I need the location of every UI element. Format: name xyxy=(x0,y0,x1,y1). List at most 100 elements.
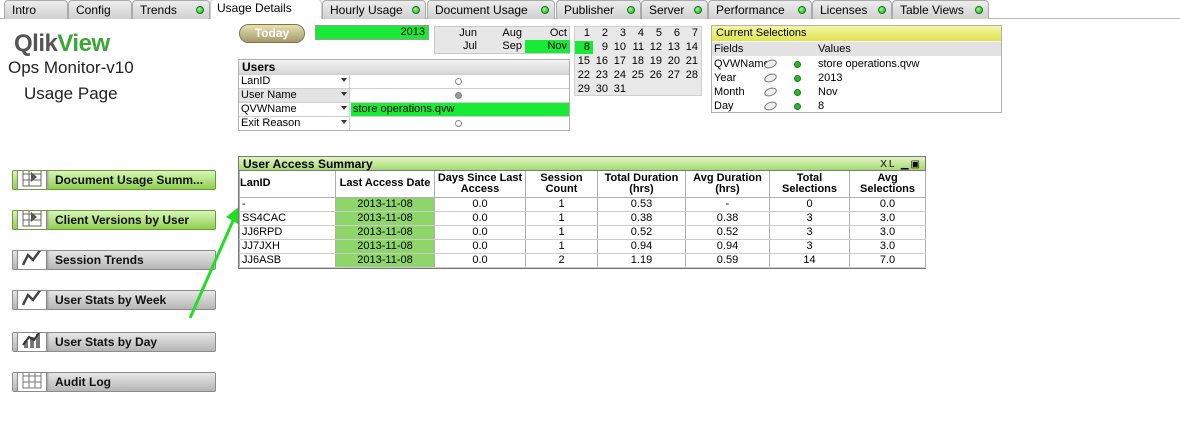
calendar-day[interactable]: 4 xyxy=(629,27,647,40)
selection-field: Month xyxy=(714,86,745,98)
calendar-day[interactable]: 6 xyxy=(665,27,683,40)
qlikview-logo: QlikView xyxy=(14,30,110,58)
month-jun[interactable]: Jun xyxy=(435,27,480,40)
calendar-day[interactable]: 27 xyxy=(665,69,683,82)
multibox-row-username[interactable]: User Name xyxy=(239,88,569,102)
table-row[interactable]: -2013-11-08 0.0 1 0.53-0 0.0 xyxy=(239,197,926,212)
calendar-day[interactable]: 23 xyxy=(593,69,611,82)
nav-button-audit-log[interactable]: Audit Log xyxy=(12,372,216,392)
tab-table-views[interactable]: Table Views xyxy=(892,0,989,19)
calendar-day[interactable]: 16 xyxy=(593,55,611,68)
column-header[interactable]: Days Since Last Access xyxy=(434,171,526,198)
tab-intro[interactable]: Intro xyxy=(4,0,68,19)
nav-button-user-stats-day[interactable]: User Stats by Day xyxy=(12,332,216,352)
page-title: Usage Page xyxy=(24,84,118,103)
minimize-icon[interactable]: ▁ xyxy=(901,159,911,170)
dropdown-arrow-icon[interactable] xyxy=(341,92,347,96)
column-header[interactable]: Session Count xyxy=(525,171,598,198)
tab-server[interactable]: Server xyxy=(641,0,708,19)
dropdown-arrow-icon[interactable] xyxy=(341,120,347,124)
tab-publisher[interactable]: Publisher xyxy=(556,0,641,19)
column-header[interactable]: LanID xyxy=(239,171,336,198)
nav-button-label: Audit Log xyxy=(55,375,111,389)
tab-label: Publisher xyxy=(564,3,615,17)
maximize-icon[interactable]: ▣ xyxy=(911,159,922,170)
month-aug[interactable]: Aug xyxy=(480,27,525,40)
month-sep[interactable]: Sep xyxy=(480,40,525,53)
table-row[interactable]: JJ6RPD 2013-11-08 0.0 1 0.52 0.52 3 3.0 xyxy=(239,225,926,240)
calendar-day[interactable]: 9 xyxy=(593,41,611,54)
table-row[interactable]: SS4CAC 2013-11-08 0.0 1 0.38 0.38 3 3.0 xyxy=(239,211,926,226)
tab-trends[interactable]: Trends xyxy=(132,0,210,19)
tab-label: Intro xyxy=(12,3,37,17)
multibox-row-qvwname[interactable]: QVWName store operations.qvw xyxy=(239,102,569,116)
calendar-day[interactable]: 22 xyxy=(575,69,593,82)
calendar-day[interactable]: 5 xyxy=(647,27,665,40)
calendar-day[interactable]: 14 xyxy=(683,41,701,54)
selection-value: Nov xyxy=(818,86,838,98)
calendar-day[interactable]: 10 xyxy=(611,41,629,54)
calendar-day[interactable]: 11 xyxy=(629,41,647,54)
table-cell: 2 xyxy=(525,253,598,268)
table-row[interactable]: JJ6ASB 2013-11-08 0.0 2 1.19 0.59 14 7.0 xyxy=(239,253,926,268)
calendar-day[interactable]: 2 xyxy=(593,27,611,40)
calendar-day[interactable]: 13 xyxy=(665,41,683,54)
calendar-day[interactable]: 28 xyxy=(683,69,701,82)
field-value-selected[interactable]: store operations.qvw xyxy=(351,103,569,116)
tab-document-usage[interactable]: Document Usage xyxy=(427,0,555,19)
month-nov-selected[interactable]: Nov xyxy=(525,40,570,53)
month-oct[interactable]: Oct xyxy=(525,27,570,40)
status-dot-icon xyxy=(412,6,420,14)
column-header[interactable]: Avg Duration (hrs) xyxy=(685,171,770,198)
calendar-day[interactable]: 31 xyxy=(611,83,629,96)
clear-selection-icon[interactable] xyxy=(763,86,778,98)
tab-config[interactable]: Config xyxy=(68,0,132,19)
calendar-day[interactable]: 8 xyxy=(575,41,593,54)
app-name: Ops Monitor-v10 xyxy=(8,58,134,77)
calendar-day[interactable]: 18 xyxy=(629,55,647,68)
calendar-day[interactable]: 15 xyxy=(575,55,593,68)
column-header[interactable]: Last Access Date xyxy=(335,171,435,198)
calendar-day[interactable]: 25 xyxy=(629,69,647,82)
tab-licenses[interactable]: Licenses xyxy=(812,0,892,19)
multibox-row-exit-reason[interactable]: Exit Reason xyxy=(239,116,569,130)
tab-performance[interactable]: Performance xyxy=(708,0,812,19)
calendar-day[interactable]: 17 xyxy=(611,55,629,68)
year-listbox-selected[interactable]: 2013 xyxy=(315,25,429,40)
col-fields: Fields xyxy=(714,43,744,55)
table-cell: 3 xyxy=(769,225,850,240)
dropdown-arrow-icon[interactable] xyxy=(341,106,347,110)
tab-hourly-usage[interactable]: Hourly Usage xyxy=(322,0,426,19)
tab-usage-details[interactable]: Usage Details xyxy=(210,0,322,19)
month-jul[interactable]: Jul xyxy=(435,40,480,53)
calendar-day[interactable]: 1 xyxy=(575,27,593,40)
selection-field: Day xyxy=(714,100,734,112)
calendar-day[interactable]: 29 xyxy=(575,83,593,96)
selection-status-icon xyxy=(794,89,801,96)
calendar-day[interactable]: 20 xyxy=(665,55,683,68)
calendar-day[interactable]: 21 xyxy=(683,55,701,68)
calendar-day[interactable]: 24 xyxy=(611,69,629,82)
multibox-row-lanid[interactable]: LanID xyxy=(239,74,569,88)
calendar-day[interactable]: 30 xyxy=(593,83,611,96)
column-header[interactable]: Total Duration (hrs) xyxy=(597,171,686,198)
calendar-day[interactable]: 19 xyxy=(647,55,665,68)
clear-selection-icon[interactable] xyxy=(763,72,778,84)
column-header[interactable]: Avg Selections xyxy=(849,171,926,198)
column-header[interactable]: Total Selections xyxy=(769,171,850,198)
clear-selection-icon[interactable] xyxy=(763,100,778,112)
table-row[interactable]: JJ7JXH 2013-11-08 0.0 1 0.94 0.94 3 3.0 xyxy=(239,239,926,254)
calendar-day[interactable]: 7 xyxy=(683,27,701,40)
selection-field: QVWName xyxy=(714,58,770,70)
dropdown-arrow-icon[interactable] xyxy=(341,78,347,82)
calendar-day[interactable]: 3 xyxy=(611,27,629,40)
today-button[interactable]: Today xyxy=(239,24,305,43)
table-cell: 0.38 xyxy=(597,211,686,226)
table-cell: 0.0 xyxy=(849,197,926,212)
table-cell: 0.0 xyxy=(434,253,526,268)
table-cell: SS4CAC xyxy=(239,211,336,226)
calendar-day[interactable]: 26 xyxy=(647,69,665,82)
nav-button-document-usage-summary[interactable]: Document Usage Summ... xyxy=(12,170,216,190)
excel-export-icon[interactable]: XL xyxy=(880,159,896,170)
calendar-day[interactable]: 12 xyxy=(647,41,665,54)
